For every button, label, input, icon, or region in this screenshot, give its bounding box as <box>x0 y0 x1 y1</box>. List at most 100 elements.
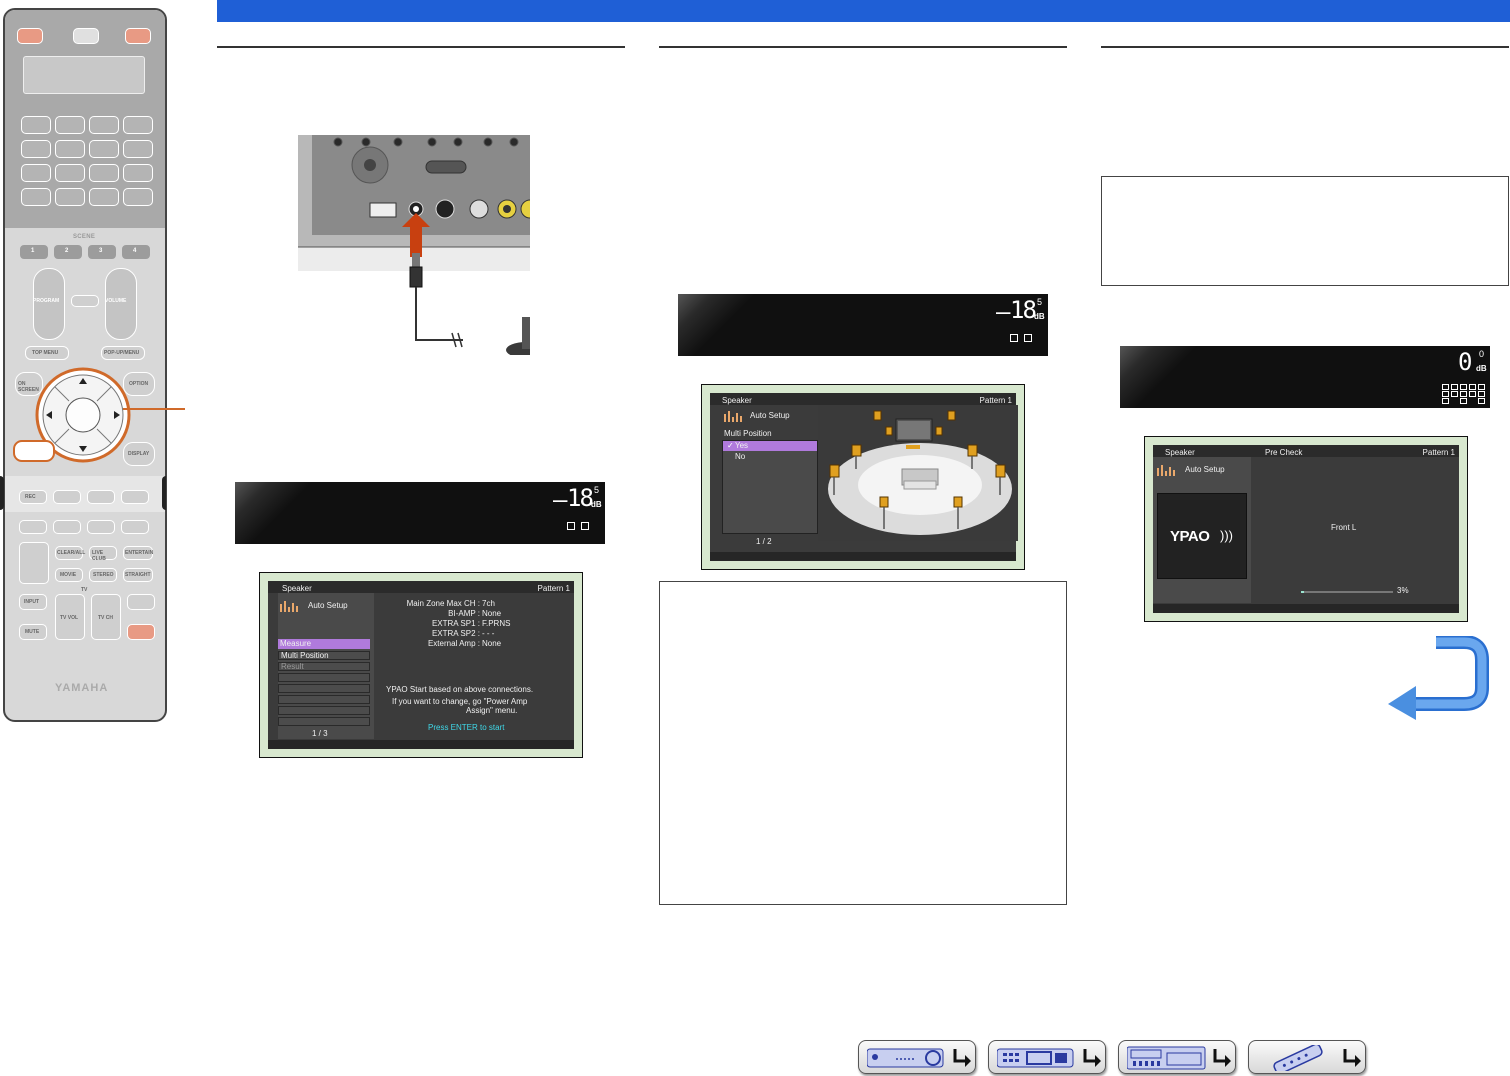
fast-forward-button[interactable] <box>53 520 81 534</box>
input-button[interactable]: INPUT <box>19 594 47 610</box>
mute-button[interactable]: MUTE <box>19 624 47 640</box>
nav-front-panel-button[interactable] <box>858 1040 976 1074</box>
skip-back-button[interactable] <box>19 520 47 534</box>
top-menu-button[interactable]: TOP MENU <box>25 346 69 360</box>
entertain-button[interactable]: ENTERTAIN <box>123 546 153 560</box>
play-button[interactable] <box>121 490 149 504</box>
receiver-front-panel-illustration <box>298 135 530 355</box>
mute-small-button[interactable] <box>71 295 99 307</box>
jump-arrow-icon <box>953 1049 971 1067</box>
notes-box <box>659 581 1067 905</box>
scene-button-1[interactable]: 1 <box>19 244 49 260</box>
ypao-logo-box: YPAO ))) <box>1157 493 1247 579</box>
remote-input-button[interactable] <box>21 116 51 134</box>
ypao-logo: YPAO <box>1170 528 1210 545</box>
skip-button-2[interactable] <box>87 520 115 534</box>
channel-indicator-right <box>1024 334 1032 342</box>
power-button-right[interactable] <box>125 28 151 44</box>
preset-rocker[interactable] <box>19 542 49 584</box>
osd1-menu-panel: Auto Setup Measure Multi Position Result… <box>278 593 374 739</box>
osd1-message-1: YPAO Start based on above connections. <box>386 685 534 694</box>
scene-button-3[interactable]: 3 <box>87 244 117 260</box>
channel-indicator <box>1451 384 1458 390</box>
movie-button[interactable]: MOVIE <box>55 568 83 582</box>
return-arrow-icon[interactable] <box>1388 636 1504 720</box>
pause-button[interactable] <box>87 490 115 504</box>
osd1-label-4: External Amp : <box>427 639 480 648</box>
osd1-message-2: If you want to change, go "Power Amp <box>392 697 528 706</box>
remote-side-grip-left <box>0 476 4 510</box>
front-panel-display-3: 0 0 dB <box>1120 346 1490 408</box>
osd1-value-3: - - - <box>482 629 495 638</box>
tv-vol-rocker[interactable]: TV VOL <box>55 594 85 640</box>
return-button-highlight[interactable] <box>13 440 55 462</box>
osd2-option-yes[interactable]: ✓ Yes <box>723 441 817 451</box>
scene-button-4[interactable]: 4 <box>121 244 151 260</box>
remote-input-button[interactable] <box>21 164 51 182</box>
popup-menu-button[interactable]: POP-UP/MENU <box>101 346 145 360</box>
remote-input-button[interactable] <box>21 188 51 206</box>
remote-input-button[interactable] <box>89 188 119 206</box>
remote-input-button[interactable] <box>89 140 119 158</box>
skip-forward-button[interactable] <box>121 520 149 534</box>
osd1-menu-multi-position[interactable]: Multi Position <box>278 651 370 660</box>
nav-rear-panel-button[interactable] <box>1118 1040 1236 1074</box>
remote-input-button[interactable] <box>89 116 119 134</box>
prog-select-button[interactable] <box>127 594 155 610</box>
tv-power-button[interactable] <box>127 624 155 640</box>
display-1-digits: 18 <box>567 484 594 512</box>
remote-input-button[interactable] <box>55 188 85 206</box>
stop-button[interactable] <box>53 490 81 504</box>
nav-display-button[interactable] <box>988 1040 1106 1074</box>
jump-arrow-icon <box>1343 1049 1361 1067</box>
callout-line <box>123 408 185 410</box>
remote-lcd <box>23 56 145 94</box>
osd3-progress-track <box>1301 591 1393 593</box>
channel-indicator-left <box>567 522 575 530</box>
channel-indicator <box>1460 391 1467 397</box>
source-button[interactable] <box>73 28 99 44</box>
live-club-button[interactable]: LIVE CLUB <box>89 546 117 562</box>
remote-input-button[interactable] <box>123 164 153 182</box>
straight-button[interactable]: STRAIGHT <box>123 568 153 582</box>
osd2-section: Multi Position <box>724 429 772 438</box>
osd1-page: 1 / 3 <box>312 729 328 738</box>
front-panel-display-2: – 18 5 dB <box>678 294 1048 356</box>
scene-label: SCENE <box>73 234 96 240</box>
rec-button[interactable]: REC <box>19 490 47 504</box>
column-2-rule <box>659 46 1067 48</box>
power-button-left[interactable] <box>17 28 43 44</box>
remote-input-button[interactable] <box>55 116 85 134</box>
volume-rocker[interactable] <box>105 268 137 340</box>
remote-input-button[interactable] <box>89 164 119 182</box>
stereo-button[interactable]: STEREO <box>89 568 117 582</box>
osd1-message-3: Assign" menu. <box>466 706 518 715</box>
osd3-progress-label: 3% <box>1397 586 1409 595</box>
remote-input-button[interactable] <box>55 164 85 182</box>
osd1-menu-result[interactable]: Result <box>278 662 370 671</box>
osd1-value-2: F.PRNS <box>482 619 511 628</box>
osd1-menu-measure[interactable]: Measure <box>278 639 370 649</box>
osd-auto-setup-screen: Speaker Pattern 1 Auto Setup Measure Mul… <box>259 572 583 758</box>
clear-all-button[interactable]: CLEAR/ALL <box>55 546 85 560</box>
channel-indicator <box>1469 384 1476 390</box>
osd1-auto-setup: Auto Setup <box>308 601 348 610</box>
channel-indicator <box>1451 391 1458 397</box>
scene-button-2[interactable]: 2 <box>53 244 83 260</box>
osd1-label-3: EXTRA SP2 : <box>431 629 480 638</box>
remote-input-button[interactable] <box>123 140 153 158</box>
remote-input-button[interactable] <box>123 188 153 206</box>
osd2-option-no[interactable]: No <box>723 452 817 462</box>
display-2-sign: – <box>996 298 1011 326</box>
program-rocker[interactable] <box>33 268 65 340</box>
remote-input-button[interactable] <box>55 140 85 158</box>
remote-input-button[interactable] <box>21 140 51 158</box>
tv-ch-rocker[interactable]: TV CH <box>91 594 121 640</box>
osd3-subtitle: Pre Check <box>1265 448 1303 457</box>
osd2-auto-setup: Auto Setup <box>750 411 790 420</box>
nav-remote-control-button[interactable] <box>1248 1040 1366 1074</box>
display-1-decimal: 5 <box>594 485 600 495</box>
remote-input-button[interactable] <box>123 116 153 134</box>
remote-control-icon <box>1273 1045 1323 1071</box>
channel-indicator <box>1442 384 1449 390</box>
